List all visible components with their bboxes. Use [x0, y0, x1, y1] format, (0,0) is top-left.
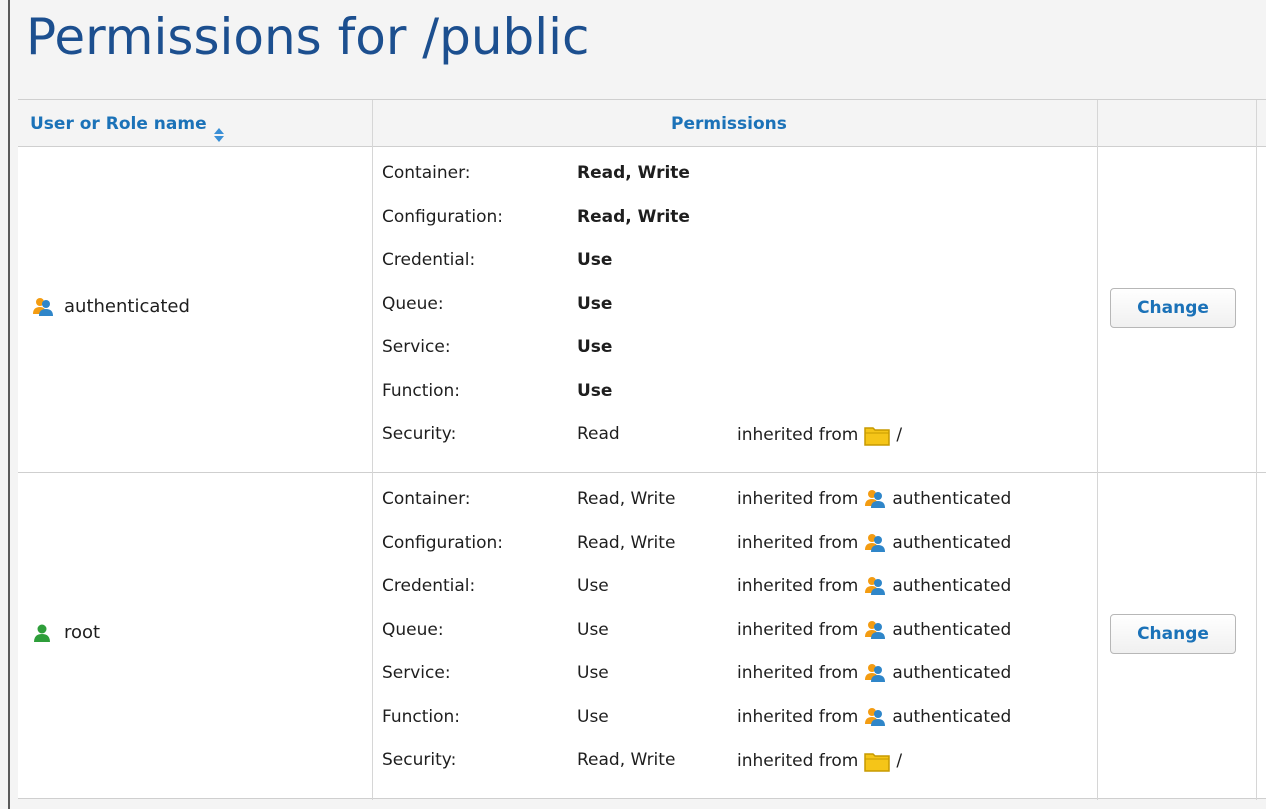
permission-type: Container:	[382, 163, 471, 183]
permission-value: Use	[577, 706, 609, 727]
permission-type: Security:	[382, 750, 457, 770]
permission-type: Queue:	[382, 619, 444, 640]
user-icon	[32, 623, 54, 643]
inherited-label: inherited from	[737, 489, 859, 509]
permission-type: Queue:	[382, 293, 444, 314]
group-icon	[864, 489, 886, 509]
user-column-header[interactable]: User or Role name	[30, 100, 225, 146]
permission-value: Use	[577, 250, 613, 270]
group-icon	[864, 663, 886, 683]
change-button[interactable]: Change	[1110, 614, 1236, 654]
permission-value: Use	[577, 619, 609, 640]
permission-type: Container:	[382, 489, 471, 509]
inherited-label: inherited from	[737, 532, 859, 553]
permission-value: Read, Write	[577, 163, 690, 183]
permission-value: Use	[577, 663, 609, 683]
page-title: Permissions for /public	[26, 8, 590, 66]
permission-value: Use	[577, 576, 609, 596]
permission-value: Use	[577, 293, 613, 314]
permission-type: Credential:	[382, 250, 476, 270]
inherited-info: inherited from /	[737, 750, 902, 772]
user-name: root	[64, 622, 101, 643]
inherited-source: /	[896, 751, 903, 771]
column-divider	[1097, 100, 1098, 800]
folder-icon	[864, 750, 891, 772]
inherited-source: authenticated	[892, 532, 1012, 553]
table-row-root: root Container: Read, Write inherited from a…	[18, 473, 1266, 799]
column-divider	[372, 100, 373, 800]
inherited-label: inherited from	[737, 425, 859, 445]
inherited-label: inherited from	[737, 706, 859, 727]
folder-icon	[864, 424, 891, 446]
group-icon	[864, 707, 886, 727]
inherited-info: inherited from authenticated	[737, 533, 1011, 553]
permission-value: Read	[577, 424, 620, 444]
permission-type: Security:	[382, 424, 457, 444]
inherited-source: authenticated	[892, 576, 1012, 596]
inherited-source: authenticated	[892, 663, 1012, 683]
inherited-info: inherited from authenticated	[737, 707, 1011, 727]
permission-type: Function:	[382, 380, 461, 401]
user-cell: authenticated	[32, 296, 190, 317]
inherited-source: authenticated	[892, 619, 1012, 640]
inherited-label: inherited from	[737, 619, 859, 640]
inherited-source: authenticated	[892, 706, 1012, 727]
inherited-info: inherited from authenticated	[737, 663, 1011, 683]
inherited-source: /	[896, 425, 903, 445]
inherited-source: authenticated	[892, 489, 1012, 509]
permission-value: Use	[577, 337, 613, 357]
user-column-label: User or Role name	[30, 114, 207, 134]
change-button[interactable]: Change	[1110, 288, 1236, 328]
group-icon	[864, 533, 886, 553]
inherited-label: inherited from	[737, 751, 859, 771]
group-icon	[864, 576, 886, 596]
inherited-info: inherited from authenticated	[737, 576, 1011, 596]
permission-type: Credential:	[382, 576, 476, 596]
permission-value: Read, Write	[577, 750, 676, 770]
user-cell: root	[32, 622, 100, 643]
permissions-column-header: Permissions	[671, 114, 787, 134]
permission-type: Service:	[382, 337, 451, 357]
permission-type: Configuration:	[382, 532, 504, 553]
group-icon	[32, 297, 54, 317]
group-icon	[864, 620, 886, 640]
permission-value: Use	[577, 380, 613, 401]
permission-type: Function:	[382, 706, 461, 727]
inherited-label: inherited from	[737, 663, 859, 683]
inherited-info: inherited from authenticated	[737, 620, 1011, 640]
permission-type: Configuration:	[382, 206, 504, 227]
inherited-info: inherited from /	[737, 424, 902, 446]
inherited-label: inherited from	[737, 576, 859, 596]
permission-value: Read, Write	[577, 532, 676, 553]
table-row-authenticated: authenticated Container: Read, Write Config…	[18, 147, 1266, 473]
permissions-table: User or Role name Permissions authentica…	[18, 99, 1266, 800]
user-name: authenticated	[64, 296, 190, 317]
sort-icon[interactable]	[213, 114, 225, 142]
permission-value: Read, Write	[577, 206, 690, 227]
table-header: User or Role name Permissions	[18, 100, 1266, 147]
inherited-info: inherited from authenticated	[737, 489, 1011, 509]
column-divider	[1256, 100, 1257, 800]
permission-value: Read, Write	[577, 489, 676, 509]
permission-type: Service:	[382, 663, 451, 683]
